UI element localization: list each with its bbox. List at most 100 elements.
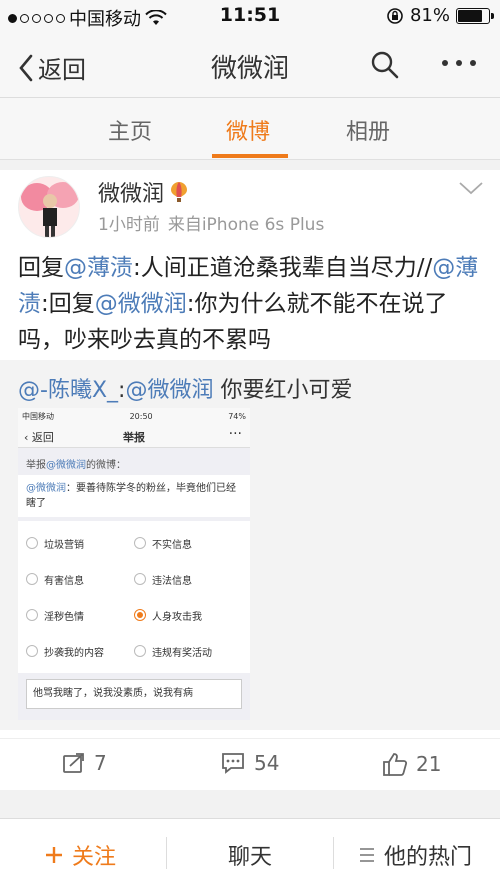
radio-icon [134,645,146,657]
radio-icon [134,537,146,549]
embedded-option-row: 有害信息 违法信息 [26,561,242,597]
like-button[interactable]: 21 [382,751,441,777]
post-source: 来自iPhone 6s Plus [167,215,325,235]
embedded-option-label: 不实信息 [152,539,192,551]
hot-air-balloon-icon [171,182,188,202]
embedded-option-label: 违规有奖活动 [152,647,212,659]
embedded-option-row: 抄袭我的内容 违规有奖活动 [26,633,242,669]
tab-weibo[interactable]: 微博 [226,114,270,146]
embedded-option: 违规有奖活动 [134,644,242,659]
post-time: 1小时前 [98,215,160,235]
post-menu-button[interactable] [458,180,484,199]
bottom-bar: 关注 聊天 他的热门 [0,818,500,887]
comment-icon [222,753,244,774]
embedded-option-label: 有害信息 [44,575,84,587]
weibo-post: 微微润 1小时前 来自iPhone 6s Plus 回复@薄渍:人间正道沧桑我辈自… [0,170,500,790]
mention-link[interactable]: @-陈曦X_ [18,378,118,403]
embedded-title: 举报 [123,431,145,444]
avatar-image [21,182,79,237]
follow-label: 关注 [72,845,117,870]
chat-label: 聊天 [228,845,273,870]
status-right: 81% [386,5,494,26]
embedded-option: 有害信息 [26,572,134,587]
divider [166,837,167,869]
rotation-lock-icon [387,7,403,24]
embedded-carrier: 中国移动 [22,411,54,421]
search-icon [371,51,399,79]
radio-icon [26,609,38,621]
embedded-report-options: 垃圾营销 不实信息 有害信息 违法信息 淫秽色情 人身攻击我 抄袭我的内容 违规… [18,521,250,673]
embedded-option-label: 人身攻击我 [152,611,202,623]
status-bar: 中国移动 11:51 81% [0,0,500,32]
embedded-more-icon: ··· [228,426,242,442]
embedded-option: 垃圾营销 [26,536,134,551]
embedded-status-bar: 中国移动 20:50 74% [18,408,250,424]
plus-icon [46,847,62,863]
battery-icon [456,7,494,24]
retweet-text: @-陈曦X_:@微微润 你要红小可爱 [18,372,352,404]
embedded-label-text: 的微博： [86,460,126,471]
retweet-block[interactable]: @-陈曦X_:@微微润 你要红小可爱 中国移动 20:50 74% ‹ 返回 举… [0,360,500,730]
chevron-down-icon [459,182,483,195]
post-body: 回复@薄渍:人间正道沧桑我辈自当尽力//@薄渍:回复@微微润:你为什么就不能不在… [18,250,486,358]
repost-button[interactable]: 7 [62,751,107,775]
divider [333,837,334,869]
post-text-segment: :人间正道沧桑我辈自当尽力// [133,255,433,281]
author-name: 微微润 [98,182,165,207]
hot-posts-label: 他的热门 [384,845,473,870]
repost-count: 7 [94,751,107,775]
follow-button[interactable]: 关注 [44,839,116,871]
search-button[interactable] [370,50,400,84]
mention-link[interactable]: @微微润 [125,378,213,403]
like-count: 21 [416,752,442,776]
more-button[interactable] [442,60,476,66]
tab-album[interactable]: 相册 [346,114,390,146]
embedded-option-label: 淫秽色情 [44,611,84,623]
hot-posts-button[interactable]: 他的热门 [358,839,472,871]
active-tab-indicator [212,154,288,158]
mention-link[interactable]: @薄渍 [64,255,133,281]
embedded-label-mention: @微微润 [46,460,86,471]
repost-icon [63,753,84,773]
embedded-option: 不实信息 [134,536,242,551]
retweet-text-segment: 你要红小可爱 [213,378,353,403]
mention-link[interactable]: @微微润 [95,291,187,317]
list-icon [360,848,374,862]
post-author[interactable]: 微微润 [98,176,188,208]
nav-bar: 返回 微微润 [0,32,500,98]
embedded-battery: 74% [228,411,246,421]
embedded-option-label: 违法信息 [152,575,192,587]
embedded-time: 20:50 [129,411,153,421]
tab-home[interactable]: 主页 [108,114,152,146]
radio-icon [26,537,38,549]
radio-icon [134,573,146,585]
post-meta: 1小时前 来自iPhone 6s Plus [98,210,324,235]
thumbs-up-icon [383,753,408,776]
more-icon [442,60,448,66]
post-text-segment: :回复 [41,291,95,317]
embedded-report-label: 举报@微微润的微博： [18,448,250,475]
comment-count: 54 [254,751,280,775]
radio-icon [26,573,38,585]
page-title: 微微润 [210,54,289,84]
embedded-option-selected: 人身攻击我 [134,608,242,623]
comment-button[interactable]: 54 [220,751,279,775]
radio-icon [26,645,38,657]
embedded-option-row: 淫秽色情 人身攻击我 [26,597,242,633]
radio-selected-icon [134,609,146,621]
profile-tabs: 主页 微博 相册 [0,98,500,160]
embedded-option: 淫秽色情 [26,608,134,623]
embedded-textarea: 他骂我瞎了，说我没素质，说我有病 [26,679,242,709]
embedded-option: 违法信息 [134,572,242,587]
embedded-option-row: 垃圾营销 不实信息 [26,525,242,561]
post-actions: 7 54 21 [0,738,500,790]
embedded-option-label: 垃圾营销 [44,539,84,551]
avatar[interactable] [18,176,80,238]
embedded-option: 抄袭我的内容 [26,644,134,659]
embedded-quote-mention: @微微润 [26,483,66,494]
embedded-quote: @微微润：要善待陈学冬的粉丝，毕竟他们已经瞎了 [18,475,250,517]
embedded-nav-bar: ‹ 返回 举报 ··· [18,424,250,448]
chat-button[interactable]: 聊天 [228,839,272,871]
attached-screenshot[interactable]: 中国移动 20:50 74% ‹ 返回 举报 ··· 举报@微微润的微博： @微… [18,408,250,720]
embedded-option-label: 抄袭我的内容 [44,647,104,659]
